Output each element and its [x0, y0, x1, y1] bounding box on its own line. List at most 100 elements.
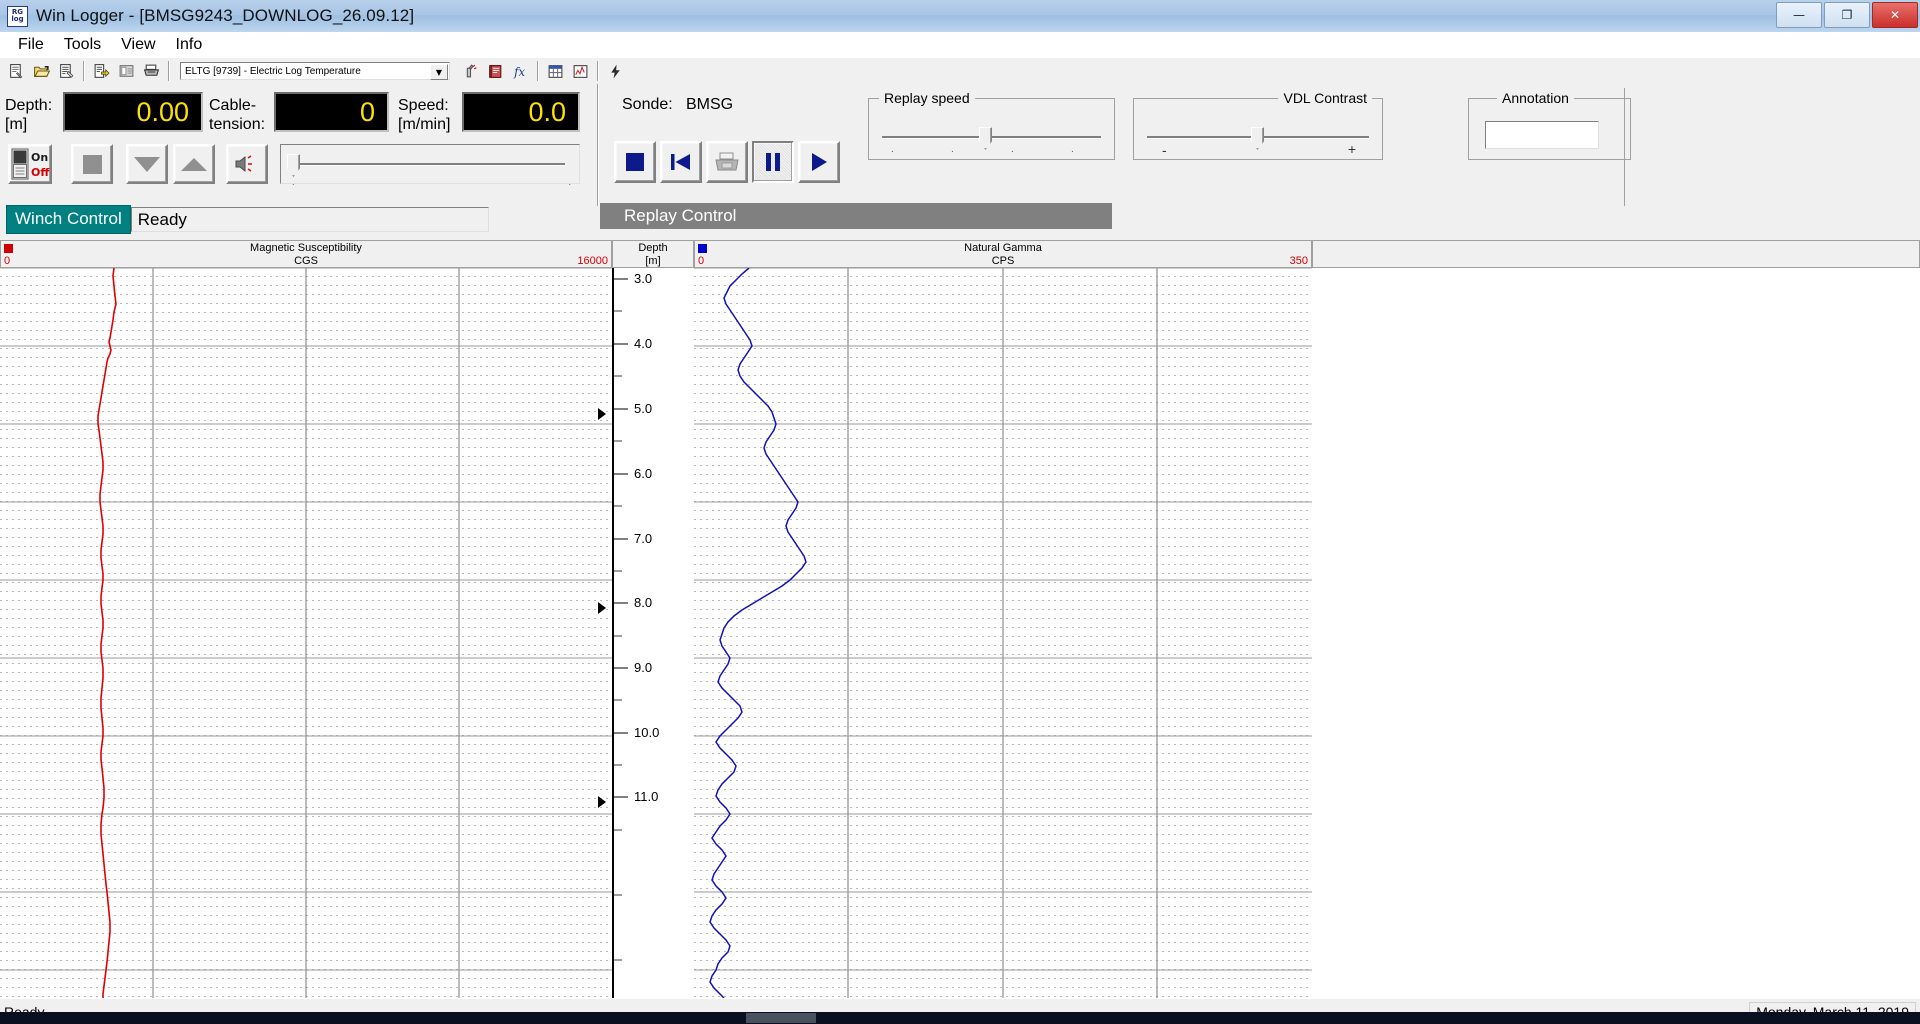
new-log-button[interactable] [5, 60, 28, 83]
save-log-icon [58, 63, 75, 80]
track-header-empty [1312, 240, 1920, 268]
track-unit-gamma: CPS [695, 255, 1311, 267]
replay-rewind-button[interactable] [660, 141, 702, 183]
new-log-icon [8, 63, 25, 80]
replay-speed-group: Replay speed . . . . [868, 98, 1115, 160]
winch-up-button[interactable] [173, 144, 215, 184]
window-controls: — ❐ ✕ [1776, 2, 1918, 28]
save-log-button[interactable] [55, 60, 78, 83]
svg-text:On: On [31, 151, 48, 164]
replay-stop-button[interactable] [614, 141, 656, 183]
speed-value: 0.0 [462, 92, 580, 132]
winch-stop-button[interactable] [71, 144, 113, 184]
sonde-select-value: ELTG [9739] - Electric Log Temperature [181, 66, 361, 77]
svg-text:Off: Off [31, 166, 49, 179]
winch-slider-tick: . [292, 177, 295, 187]
restore-button[interactable]: ❐ [1824, 2, 1870, 28]
export-icon [93, 63, 110, 80]
track-plot-natural-gamma[interactable] [694, 268, 1312, 998]
chart-view-button[interactable] [569, 60, 592, 83]
close-icon: ✕ [1890, 9, 1900, 21]
track-min-gamma: 0 [698, 255, 704, 267]
toolbar-separator-4 [597, 61, 599, 81]
depth-header-unit: [m] [613, 255, 693, 267]
vdl-plus-label: + [1348, 141, 1356, 157]
minimize-icon: — [1793, 9, 1805, 21]
depth-tick-label: 10.0 [634, 725, 659, 740]
depth-tick-label: 7.0 [634, 531, 652, 546]
table-view-button[interactable] [544, 60, 567, 83]
application-window: RG log Win Logger - [BMSG9243_DOWNLOG_26… [0, 0, 1920, 1024]
depth-tick-label: 11.0 [634, 789, 658, 804]
track-max-gamma: 350 [1290, 255, 1308, 267]
log-view: Magnetic Susceptibility CGS 0 16000 Dept… [0, 240, 1920, 998]
replay-speed-thumb[interactable] [979, 127, 992, 150]
replay-pause-button[interactable] [752, 141, 794, 183]
export-button[interactable] [90, 60, 113, 83]
replay-print-button[interactable] [706, 141, 748, 183]
import-button[interactable] [115, 60, 138, 83]
print-button[interactable] [140, 60, 163, 83]
track-header-natural-gamma: Natural Gamma CPS 0 350 [694, 240, 1312, 268]
chevron-down-icon[interactable]: ▼ [430, 64, 448, 80]
cable-tension-value: 0 [274, 92, 389, 132]
depth-label-line2: [m] [5, 115, 63, 134]
function-icon: fx [512, 63, 529, 80]
winch-speed-slider[interactable]: . . [280, 144, 580, 184]
gamma-log-svg [694, 268, 1312, 998]
replay-speed-tick-2: . [951, 144, 954, 155]
winch-power-toggle[interactable]: On Off [8, 144, 52, 184]
winch-control-bar: Winch Control Ready [6, 205, 489, 234]
winch-down-button[interactable] [126, 144, 168, 184]
winch-status-field: Ready [131, 207, 489, 232]
depth-marker[interactable] [598, 796, 606, 808]
depth-marker[interactable] [598, 408, 606, 420]
calibration-button[interactable] [459, 60, 482, 83]
depth-tick-label: 8.0 [634, 595, 652, 610]
minimize-button[interactable]: — [1776, 2, 1822, 28]
speed-label-line2: [m/min] [398, 115, 450, 134]
winch-sound-button[interactable] [226, 144, 268, 184]
toolbar-separator-2 [168, 61, 170, 81]
track-plot-magnetic-susceptibility[interactable] [0, 268, 612, 998]
rewind-icon [668, 152, 694, 172]
track-name-magsus: Magnetic Susceptibility [1, 242, 611, 254]
track-max-magsus: 16000 [577, 255, 608, 267]
onoff-switch-icon: On Off [10, 147, 50, 181]
svg-text:fx: fx [513, 64, 525, 78]
track-plot-empty[interactable] [1312, 268, 1920, 998]
track-header-magnetic-susceptibility: Magnetic Susceptibility CGS 0 16000 [0, 240, 612, 268]
window-title: Win Logger - [BMSG9243_DOWNLOG_26.09.12] [36, 6, 414, 26]
menu-item-file[interactable]: File [8, 34, 54, 56]
function-button[interactable]: fx [509, 60, 532, 83]
vdl-contrast-group: VDL Contrast - + [1133, 98, 1383, 160]
close-button[interactable]: ✕ [1872, 2, 1918, 28]
report-button[interactable] [484, 60, 507, 83]
menu-item-tools[interactable]: Tools [54, 34, 111, 56]
depth-tick-label: 4.0 [634, 336, 652, 351]
annotation-group: Annotation [1468, 98, 1631, 160]
replay-speed-title: Replay speed [879, 90, 975, 106]
chart-view-icon [572, 63, 589, 80]
vdl-thumb[interactable] [1251, 127, 1264, 150]
depth-value: 0.00 [63, 92, 203, 132]
menu-item-info[interactable]: Info [166, 34, 213, 56]
winch-slider-thumb[interactable] [287, 154, 300, 177]
power-button[interactable] [604, 60, 627, 83]
winch-slider-tick-end: . [568, 177, 571, 187]
play-icon [807, 152, 831, 172]
menu-bar: File Tools View Info [0, 32, 1920, 57]
taskbar-item[interactable] [746, 1013, 816, 1023]
replay-play-button[interactable] [798, 141, 840, 183]
toolbar: ELTG [9739] - Electric Log Temperature ▼… [0, 57, 1920, 85]
depth-scale-column[interactable]: 3.0 4.0 5.0 6.0 7.0 8.0 9.0 10.0 11.0 [612, 268, 694, 998]
track-name-gamma: Natural Gamma [695, 242, 1311, 254]
vdl-contrast-title: VDL Contrast [1278, 90, 1372, 106]
depth-marker[interactable] [598, 602, 606, 614]
track-header-depth: Depth [m] [612, 240, 694, 268]
menu-item-view[interactable]: View [111, 34, 165, 56]
open-folder-button[interactable] [30, 60, 53, 83]
annotation-input[interactable] [1485, 121, 1599, 149]
replay-control-banner: Replay Control [600, 203, 1112, 229]
sonde-select[interactable]: ELTG [9739] - Electric Log Temperature ▼ [180, 62, 450, 80]
